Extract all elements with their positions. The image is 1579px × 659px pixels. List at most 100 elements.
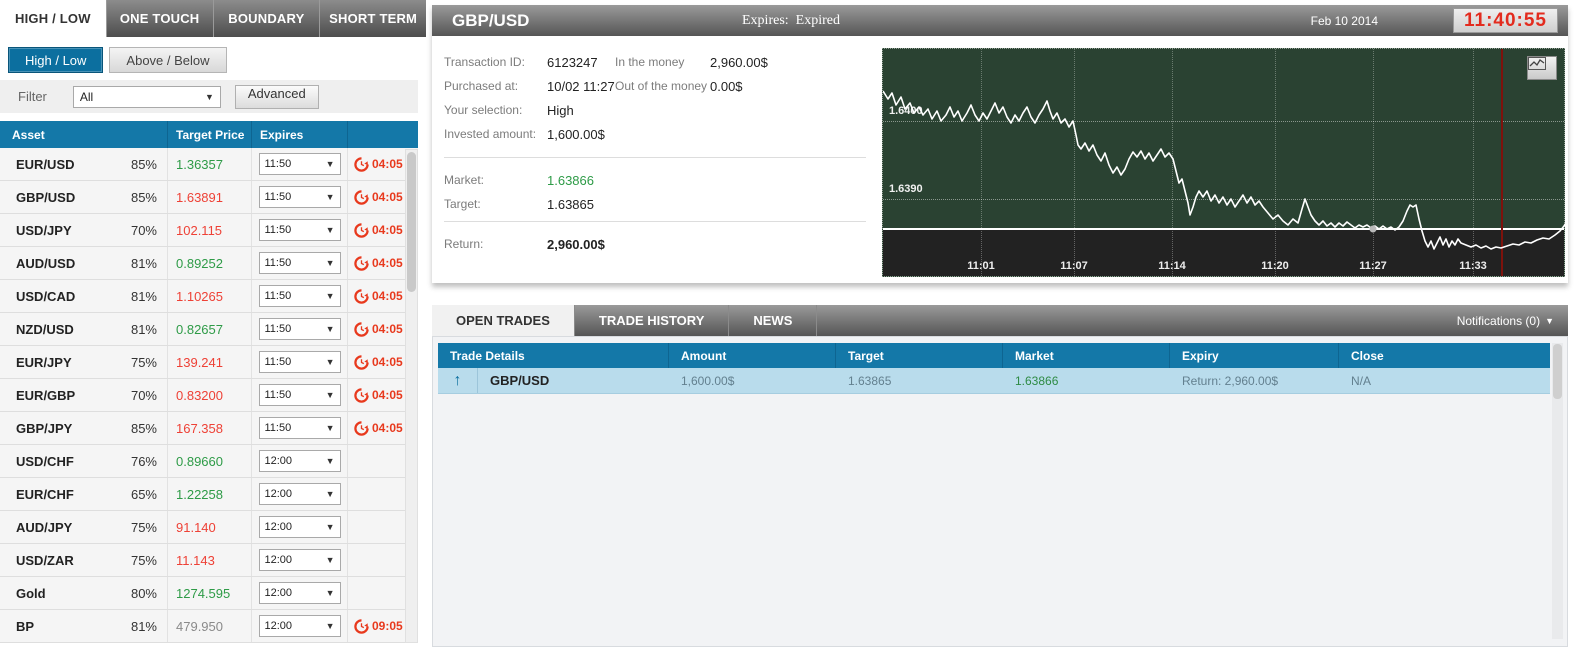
tab-short-term[interactable]: SHORT TERM [319,0,426,37]
asset-target-price: 1.36357 [176,156,223,172]
asset-row[interactable]: GBP/JPY 85% 167.358 11:50 ▼ 04:05 [0,412,418,445]
countdown-time: 04:05 [372,289,403,303]
amount-column-header: Amount [669,343,836,368]
target-label: Target: [444,197,481,211]
asset-row[interactable]: USD/JPY 70% 102.115 11:50 ▼ 04:05 [0,214,418,247]
asset-row[interactable]: Gold 80% 1274.595 12:00 ▼ [0,577,418,610]
expiry-select[interactable]: 12:00 ▼ [258,483,341,505]
open-trades-body: Trade Details Amount Target Market Expir… [432,336,1568,647]
expiry-select[interactable]: 11:50 ▼ [258,153,341,175]
price-line [883,90,1566,250]
asset-row[interactable]: NZD/USD 81% 0.82657 11:50 ▼ 04:05 [0,313,418,346]
filter-select[interactable]: All ▼ [72,85,221,108]
expires-label: Expires: [742,12,789,28]
tab-open-trades[interactable]: OPEN TRADES [432,305,575,336]
subtab-high-low[interactable]: High / Low [8,47,104,73]
expiry-select[interactable]: 11:50 ▼ [258,318,341,340]
expiry-select[interactable]: 11:50 ▼ [258,417,341,439]
asset-row[interactable]: USD/CHF 76% 0.89660 12:00 ▼ [0,445,418,478]
tab-news[interactable]: NEWS [729,305,818,336]
asset-name: EUR/USD [16,156,75,172]
trade-market: 1.63866 [1015,373,1059,388]
asset-name: Gold [16,585,46,601]
money-fields: In the money 2,960.00$ Out of the money 0.… [615,50,768,98]
trade-target: 1.63865 [848,373,892,388]
asset-target-price: 167.358 [176,420,223,436]
advanced-button[interactable]: Advanced [234,84,319,109]
expiry-select[interactable]: 12:00 ▼ [258,516,341,538]
expiry-select[interactable]: 11:50 ▼ [258,252,341,274]
expiry-select[interactable]: 12:00 ▼ [258,615,341,637]
line-chart-icon [1528,57,1546,70]
expiry-select[interactable]: 11:50 ▼ [258,186,341,208]
asset-target-price: 11.143 [176,552,215,568]
expiry-select[interactable]: 12:00 ▼ [258,549,341,571]
notifications-dropdown[interactable]: Notifications (0) ▼ [1457,314,1554,328]
trades-scrollbar[interactable] [1552,343,1563,639]
asset-row[interactable]: AUD/JPY 75% 91.140 12:00 ▼ [0,511,418,544]
asset-name: NZD/USD [16,321,74,337]
chevron-down-icon: ▼ [325,456,335,466]
asset-row[interactable]: AUD/USD 81% 0.89252 11:50 ▼ 04:05 [0,247,418,280]
countdown-time: 04:05 [372,223,403,237]
pair-title: GBP/USD [452,10,530,30]
trade-detail-header: GBP/USD Expires: Expired Feb 10 2014 11:… [432,5,1568,36]
market-column-header: Market [1003,343,1170,368]
chevron-down-icon: ▼ [325,588,335,598]
asset-row[interactable]: EUR/USD 85% 1.36357 11:50 ▼ 04:05 [0,148,418,181]
countdown-clock-icon [354,420,369,436]
asset-name: EUR/JPY [16,354,72,370]
divider [444,221,866,222]
tab-high-low[interactable]: HIGH / LOW [0,0,106,37]
asset-row[interactable]: EUR/CHF 65% 1.22258 12:00 ▼ [0,478,418,511]
asset-payout-percent: 75% [130,552,157,568]
asset-name: EUR/GBP [16,387,76,403]
countdown-clock-icon [354,321,369,337]
asset-row[interactable]: BP 81% 479.950 12:00 ▼ 09:05 [0,610,418,643]
countdown-clock-icon [354,255,369,271]
trade-detail-panel: GBP/USD Expires: Expired Feb 10 2014 11:… [432,5,1568,283]
target-price-column-header: Target Price [168,121,252,148]
chart-settings-button[interactable] [1527,56,1557,80]
open-trade-row[interactable]: ↑ GBP/USD 1,600.00$ 1.63865 1.63866 Retu… [438,368,1550,394]
tab-trade-history[interactable]: TRADE HISTORY [575,305,730,336]
chevron-down-icon: ▼ [325,324,335,334]
expiry-select[interactable]: 11:50 ▼ [258,219,341,241]
chevron-down-icon: ▼ [325,225,335,235]
asset-row[interactable]: EUR/GBP 70% 0.83200 11:50 ▼ 04:05 [0,379,418,412]
asset-row[interactable]: EUR/JPY 75% 139.241 11:50 ▼ 04:05 [0,346,418,379]
asset-row[interactable]: GBP/USD 85% 1.63891 11:50 ▼ 04:05 [0,181,418,214]
tab-boundary[interactable]: BOUNDARY [212,0,320,37]
countdown-clock-icon [354,222,369,238]
market-value: 1.63866 [547,172,594,188]
scrollbar-thumb[interactable] [407,152,416,292]
chevron-down-icon: ▼ [325,159,335,169]
filter-label: Filter [18,89,47,104]
asset-target-price: 1.22258 [176,486,223,502]
expiry-select[interactable]: 11:50 ▼ [258,351,341,373]
expiry-selected-value: 11:50 [264,356,292,368]
trade-expiry-return: Return: 2,960.00$ [1182,373,1279,388]
expiry-select[interactable]: 12:00 ▼ [258,582,341,604]
notifications-label: Notifications (0) [1456,313,1541,328]
scrollbar-thumb[interactable] [1553,344,1562,399]
countdown-time: 04:05 [372,157,403,171]
asset-row[interactable]: USD/ZAR 75% 11.143 12:00 ▼ [0,544,418,577]
asset-payout-percent: 81% [130,618,157,634]
header-date: Feb 10 2014 [1310,13,1378,28]
tab-one-touch[interactable]: ONE TOUCH [105,0,213,37]
asset-payout-percent: 80% [130,585,157,601]
your-selection-value: High [547,102,574,118]
asset-row[interactable]: USD/CAD 81% 1.10265 11:50 ▼ 04:05 [0,280,418,313]
chevron-down-icon: ▼ [325,621,335,631]
your-selection-label: Your selection: [444,103,523,117]
expiry-select[interactable]: 11:50 ▼ [258,384,341,406]
expiry-select[interactable]: 12:00 ▼ [258,450,341,472]
asset-list-scrollbar[interactable] [405,149,418,643]
expiry-select[interactable]: 11:50 ▼ [258,285,341,307]
chevron-down-icon: ▼ [325,423,335,433]
in-the-money-label: In the money [615,55,685,69]
subtab-above-below[interactable]: Above / Below [109,47,227,73]
expiry-selected-value: 12:00 [264,620,293,632]
option-type-tabs: HIGH / LOW ONE TOUCH BOUNDARY SHORT TERM [0,0,426,37]
